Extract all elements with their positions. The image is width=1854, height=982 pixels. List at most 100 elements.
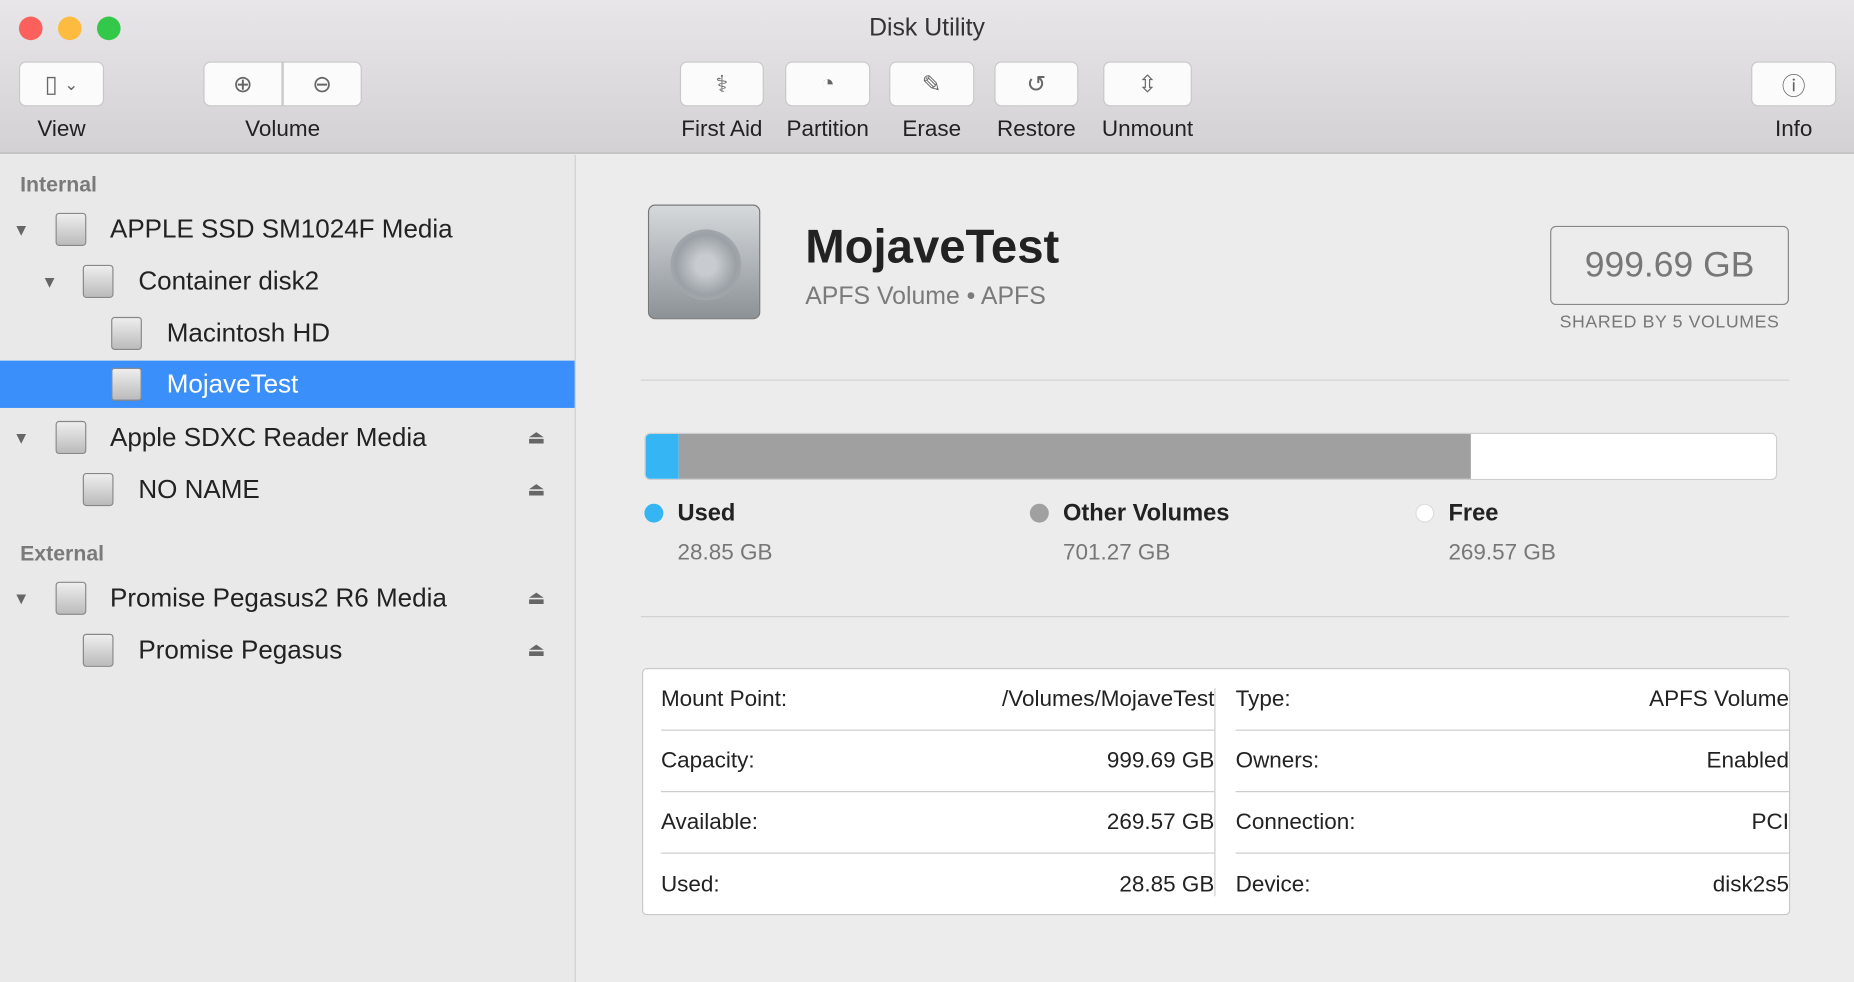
stethoscope-icon: ⚕ bbox=[715, 71, 729, 98]
detail-pane: MojaveTest APFS Volume • APFS 999.69 GB … bbox=[577, 155, 1854, 982]
disk-icon bbox=[55, 212, 87, 246]
detail-key: Device: bbox=[1235, 872, 1311, 898]
detail-value: 999.69 GB bbox=[1106, 747, 1215, 773]
legend-label: Other Volumes bbox=[1062, 500, 1230, 527]
toolbar: Disk Utility ▯ ⌄ View ⊕ ⊖ Volume ⚕ First… bbox=[0, 0, 1854, 154]
disclosure-triangle-icon[interactable]: ▼ bbox=[13, 220, 29, 239]
sidebar-item-label: Promise Pegasus bbox=[138, 634, 343, 665]
legend-label: Used bbox=[677, 500, 736, 527]
disk-icon bbox=[55, 420, 87, 455]
sidebar-item-label: APPLE SSD SM1024F Media bbox=[109, 214, 453, 244]
disk-icon bbox=[55, 581, 87, 615]
sidebar-item-pegasus[interactable]: Promise Pegasus ⏏ bbox=[0, 627, 575, 674]
volume-icon bbox=[82, 633, 114, 667]
other-dot-icon bbox=[1029, 503, 1049, 523]
sidebar-item-apple-ssd[interactable]: ▼ APPLE SSD SM1024F Media bbox=[0, 206, 575, 253]
detail-row: Type: APFS Volume bbox=[1235, 669, 1789, 731]
volume-icon bbox=[111, 316, 142, 350]
partition-button[interactable]: ◔ bbox=[785, 61, 871, 107]
detail-key: Used: bbox=[660, 872, 720, 898]
detail-row: Capacity: 999.69 GB bbox=[660, 731, 1215, 793]
detail-key: Type: bbox=[1235, 686, 1291, 712]
legend-label: Free bbox=[1448, 500, 1499, 527]
capacity-box: 999.69 GB bbox=[1550, 225, 1789, 306]
unmount-button[interactable]: ⇳ bbox=[1103, 61, 1192, 107]
container-icon bbox=[82, 264, 114, 298]
disk-utility-window: Disk Utility ▯ ⌄ View ⊕ ⊖ Volume ⚕ First… bbox=[0, 0, 1854, 982]
detail-key: Mount Point: bbox=[660, 686, 788, 712]
eject-icon[interactable]: ⏏ bbox=[527, 426, 545, 450]
divider bbox=[640, 616, 1789, 618]
shared-label: SHARED BY 5 VOLUMES bbox=[1559, 312, 1780, 333]
detail-value: PCI bbox=[1751, 809, 1789, 835]
detail-key: Connection: bbox=[1235, 809, 1356, 835]
volume-name: MojaveTest bbox=[805, 221, 1060, 274]
detail-row: Device: disk2s5 bbox=[1236, 855, 1789, 916]
disclosure-triangle-icon[interactable]: ▼ bbox=[13, 428, 29, 447]
detail-value: APFS Volume bbox=[1649, 686, 1789, 712]
section-external: External bbox=[20, 541, 105, 566]
info-button[interactable]: ⓘ bbox=[1751, 61, 1837, 107]
legend-value: 701.27 GB bbox=[1062, 540, 1171, 566]
erase-label: Erase bbox=[902, 117, 962, 142]
detail-key: Owners: bbox=[1235, 747, 1320, 773]
volume-icon bbox=[111, 367, 142, 401]
add-volume-button[interactable]: ⊕ bbox=[203, 61, 283, 107]
detail-value: Enabled bbox=[1706, 747, 1789, 773]
volume-subtitle: APFS Volume • APFS bbox=[805, 282, 1046, 310]
eject-icon[interactable]: ⏏ bbox=[527, 638, 545, 662]
divider bbox=[640, 379, 1789, 381]
eject-icon[interactable]: ⏏ bbox=[527, 478, 545, 502]
hard-drive-icon bbox=[647, 204, 761, 320]
info-icon: ⓘ bbox=[1781, 73, 1806, 100]
sidebar-item-label: Macintosh HD bbox=[166, 318, 331, 348]
used-dot-icon bbox=[644, 503, 664, 523]
legend-value: 28.85 GB bbox=[677, 540, 773, 566]
window-title: Disk Utility bbox=[869, 14, 985, 42]
disclosure-triangle-icon[interactable]: ▼ bbox=[41, 272, 57, 291]
detail-value: 269.57 GB bbox=[1106, 809, 1215, 835]
sidebar-item-no-name[interactable]: NO NAME ⏏ bbox=[0, 466, 575, 513]
detail-value: disk2s5 bbox=[1712, 872, 1789, 898]
erase-icon: ✎ bbox=[921, 71, 942, 98]
legend-value: 269.57 GB bbox=[1448, 540, 1556, 566]
section-internal: Internal bbox=[20, 172, 97, 197]
sidebar-item-label: Promise Pegasus2 R6 Media bbox=[109, 582, 447, 613]
sidebar-item-label: Container disk2 bbox=[138, 266, 320, 296]
detail-row: Mount Point: /Volumes/MojaveTest bbox=[660, 669, 1215, 731]
partition-icon: ◔ bbox=[820, 70, 835, 97]
first-aid-label: First Aid bbox=[681, 117, 763, 142]
sidebar-item-pegasus-media[interactable]: ▼ Promise Pegasus2 R6 Media ⏏ bbox=[0, 575, 575, 622]
sidebar-item-sdxc-reader[interactable]: ▼ Apple SDXC Reader Media ⏏ bbox=[0, 414, 575, 461]
usage-bar-free bbox=[1471, 433, 1776, 479]
info-label: Info bbox=[1774, 117, 1813, 142]
restore-button[interactable]: ↺ bbox=[994, 61, 1079, 107]
usage-bar bbox=[644, 432, 1778, 481]
sidebar-item-mojavetest[interactable]: MojaveTest bbox=[0, 360, 575, 408]
detail-value: /Volumes/MojaveTest bbox=[1002, 686, 1215, 712]
details-right: Type: APFS Volume Owners: Enabled Connecti… bbox=[1235, 669, 1789, 916]
sidebar-icon: ▯ bbox=[44, 71, 58, 98]
detail-row: Used: 28.85 GB bbox=[661, 855, 1214, 916]
detail-key: Available: bbox=[660, 809, 758, 835]
remove-volume-button[interactable]: ⊖ bbox=[282, 61, 362, 107]
sidebar-item-container[interactable]: ▼ Container disk2 bbox=[0, 258, 575, 305]
restore-icon: ↺ bbox=[1026, 71, 1047, 98]
erase-button[interactable]: ✎ bbox=[889, 61, 975, 107]
detail-row: Available: 269.57 GB bbox=[660, 792, 1215, 854]
detail-key: Capacity: bbox=[660, 747, 755, 773]
sidebar-item-label: NO NAME bbox=[138, 474, 260, 504]
usage-bar-used bbox=[645, 433, 679, 479]
eject-icon[interactable]: ⏏ bbox=[527, 586, 545, 610]
unmount-label: Unmount bbox=[1101, 117, 1194, 142]
volume-icon bbox=[82, 472, 114, 507]
add-volume-icon: ⊕ bbox=[233, 71, 253, 98]
sidebar-item-macintosh-hd[interactable]: Macintosh HD bbox=[0, 310, 575, 357]
detail-row: Connection: PCI bbox=[1235, 792, 1789, 854]
disclosure-triangle-icon[interactable]: ▼ bbox=[13, 589, 29, 608]
details-table: Mount Point: /Volumes/MojaveTest Capacity… bbox=[642, 668, 1791, 916]
first-aid-button[interactable]: ⚕ bbox=[679, 61, 764, 107]
usage-bar-other bbox=[678, 433, 1472, 479]
partition-label: Partition bbox=[786, 117, 869, 142]
view-button[interactable]: ▯ ⌄ bbox=[18, 61, 105, 107]
